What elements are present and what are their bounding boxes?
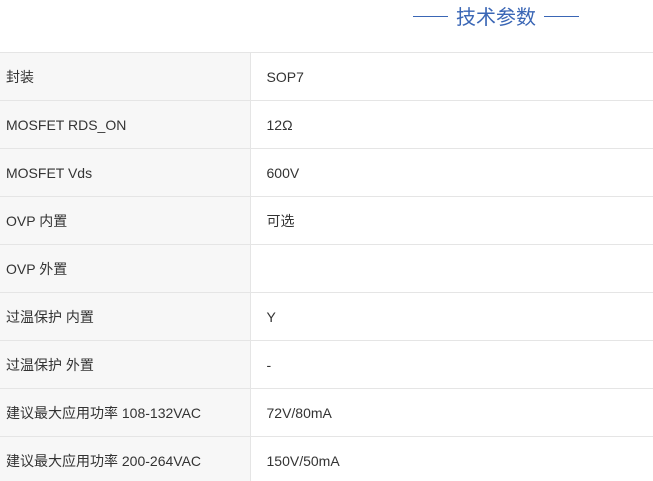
- table-row: OVP 内置 可选: [0, 196, 653, 245]
- table-row: 过温保护 内置 Y: [0, 292, 653, 341]
- spec-value: 72V/80mA: [250, 388, 653, 437]
- heading-rule-left: [413, 15, 448, 17]
- spec-label: OVP 外置: [0, 244, 251, 293]
- spec-label: OVP 内置: [0, 196, 251, 245]
- spec-value: 可选: [250, 196, 653, 245]
- spec-label: 过温保护 内置: [0, 292, 251, 341]
- spec-label: 建议最大应用功率 108-132VAC: [0, 388, 251, 437]
- table-row: 建议最大应用功率 200-264VAC 150V/50mA: [0, 436, 653, 481]
- spec-table: 封装 SOP7 MOSFET RDS_ON 12Ω MOSFET Vds 600…: [0, 52, 653, 481]
- spec-label: MOSFET RDS_ON: [0, 100, 251, 149]
- spec-value: [250, 244, 653, 293]
- section-title: 技术参数: [456, 6, 536, 29]
- spec-label: 建议最大应用功率 200-264VAC: [0, 436, 251, 481]
- spec-value: -: [250, 340, 653, 389]
- table-row: 过温保护 外置 -: [0, 340, 653, 389]
- spec-value: 150V/50mA: [250, 436, 653, 481]
- table-row: 封装 SOP7: [0, 52, 653, 101]
- table-row: MOSFET Vds 600V: [0, 148, 653, 197]
- spec-value: Y: [250, 292, 653, 341]
- spec-value: SOP7: [250, 52, 653, 101]
- spec-label: 封装: [0, 52, 251, 101]
- section-heading: 技术参数: [405, 0, 587, 30]
- spec-value: 12Ω: [250, 100, 653, 149]
- spec-label: 过温保护 外置: [0, 340, 251, 389]
- spec-value: 600V: [250, 148, 653, 197]
- table-row: 建议最大应用功率 108-132VAC 72V/80mA: [0, 388, 653, 437]
- heading-rule-right: [544, 15, 579, 17]
- page: 技术参数 封装 SOP7 MOSFET RDS_ON 12Ω MOSFET Vd…: [0, 0, 653, 481]
- table-row: MOSFET RDS_ON 12Ω: [0, 100, 653, 149]
- spec-label: MOSFET Vds: [0, 148, 251, 197]
- table-row: OVP 外置: [0, 244, 653, 293]
